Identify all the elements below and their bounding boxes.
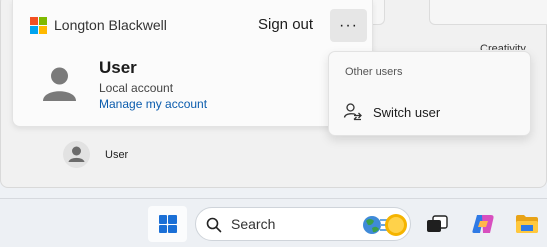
file-explorer-button[interactable] <box>508 206 546 242</box>
organization-name: Longton Blackwell <box>54 17 167 33</box>
folder-icon <box>516 215 538 233</box>
other-users-header: Other users <box>345 66 403 78</box>
manage-account-link[interactable]: Manage my account <box>99 97 207 111</box>
switch-user-icon <box>343 103 362 121</box>
organization-logo-icon <box>30 17 47 34</box>
copilot-button[interactable] <box>464 206 502 242</box>
user-avatar-icon <box>63 141 90 168</box>
user-account-label: User <box>105 149 129 161</box>
user-display-name: User <box>99 58 137 77</box>
user-account-button[interactable]: User <box>60 140 150 170</box>
sign-out-button[interactable]: Sign out <box>258 16 313 33</box>
switch-user-label: Switch user <box>373 105 441 120</box>
search-placeholder: Search <box>231 216 276 232</box>
account-type-label: Local account <box>99 81 174 95</box>
other-users-menu: Other users Switch user <box>328 51 531 136</box>
taskbar: Search <box>0 198 547 247</box>
user-avatar-icon <box>43 67 76 101</box>
task-view-icon <box>427 215 448 232</box>
account-flyout: Longton Blackwell Sign out ··· User Loca… <box>12 0 373 127</box>
copilot-icon <box>472 215 494 233</box>
start-button[interactable] <box>148 206 187 242</box>
search-highlight-icon <box>363 214 407 236</box>
more-options-icon: ··· <box>339 16 358 34</box>
task-view-button[interactable] <box>418 206 456 242</box>
more-options-button[interactable]: ··· <box>330 9 367 42</box>
pinned-tile[interactable] <box>429 0 547 25</box>
windows-logo-icon <box>158 215 177 233</box>
switch-user-menu-item[interactable]: Switch user <box>333 96 527 128</box>
taskbar-search-box[interactable]: Search <box>195 207 411 241</box>
search-icon <box>206 217 222 233</box>
